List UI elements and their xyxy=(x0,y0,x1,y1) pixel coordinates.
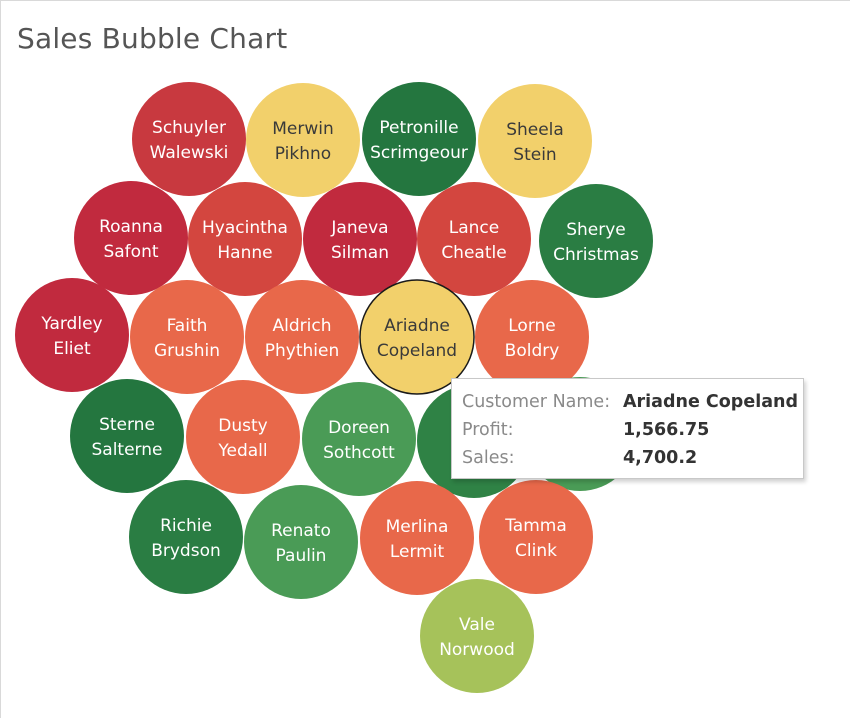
bubble-label-first: Vale xyxy=(459,615,495,635)
bubble-circle[interactable] xyxy=(129,480,243,594)
bubble-tamma-clink[interactable]: Tamma Clink xyxy=(479,480,593,594)
bubble-circle[interactable] xyxy=(478,84,592,198)
bubble-petronille-scrimgeour[interactable]: Petronille Scrimgeour xyxy=(362,82,476,196)
bubble-label-first: Yardley xyxy=(40,314,102,334)
bubble-label-first: Renato xyxy=(271,521,331,541)
bubble-label-first: Richie xyxy=(160,516,212,536)
bubble-ariadne-copeland[interactable]: Ariadne Copeland xyxy=(359,279,475,395)
bubble-circle[interactable] xyxy=(303,182,417,296)
bubble-label-last: Safont xyxy=(103,242,158,262)
bubble-label-last: Eliet xyxy=(53,339,91,359)
bubble-label-last: Yedall xyxy=(217,441,267,461)
bubble-label-first: Petronille xyxy=(379,118,458,138)
bubble-merlina-lermit[interactable]: Merlina Lermit xyxy=(360,481,474,595)
tooltip-label-profit: Profit: xyxy=(462,420,514,440)
bubble-label-last: Sothcott xyxy=(323,443,395,463)
tooltip-label-sales: Sales: xyxy=(462,448,515,468)
bubble-vale-norwood[interactable]: Vale Norwood xyxy=(420,579,534,693)
bubble-label-first: Lance xyxy=(449,218,499,238)
bubble-aldrich-phythien[interactable]: Aldrich Phythien xyxy=(245,280,359,394)
bubble-lorne-boldry[interactable]: Lorne Boldry xyxy=(475,280,589,394)
bubble-label-first: Doreen xyxy=(328,418,390,438)
bubble-label-last: Salterne xyxy=(92,440,163,460)
bubble-label-first: Dusty xyxy=(218,416,267,436)
tooltip-value-name: Ariadne Copeland xyxy=(623,392,798,412)
bubble-circle[interactable] xyxy=(360,481,474,595)
bubble-label-last: Brydson xyxy=(151,541,221,561)
bubble-label-first: Roanna xyxy=(99,217,163,237)
bubble-circle[interactable] xyxy=(70,379,184,493)
bubble-label-first: Aldrich xyxy=(273,316,332,336)
bubble-chart: Schuyler Walewski Merwin Pikhno Petronille Sc… xyxy=(15,82,653,693)
bubble-circle[interactable] xyxy=(539,184,653,298)
tooltip: Customer Name: Ariadne Copeland Profit: … xyxy=(451,378,804,479)
bubble-circle[interactable] xyxy=(15,278,129,392)
bubble-label-last: Christmas xyxy=(553,245,639,265)
bubble-yardley-eliet[interactable]: Yardley Eliet xyxy=(15,278,129,392)
bubble-renato-paulin[interactable]: Renato Paulin xyxy=(244,485,358,599)
bubble-circle[interactable] xyxy=(245,280,359,394)
bubble-circle[interactable] xyxy=(188,182,302,296)
bubble-label-first: Merlina xyxy=(386,517,449,537)
bubble-janeva-silman[interactable]: Janeva Silman xyxy=(303,182,417,296)
bubble-circle[interactable] xyxy=(417,182,531,296)
bubble-hyacintha-hanne[interactable]: Hyacintha Hanne xyxy=(188,182,302,296)
bubble-richie-brydson[interactable]: Richie Brydson xyxy=(129,480,243,594)
bubble-circle[interactable] xyxy=(359,279,475,395)
bubble-circle[interactable] xyxy=(244,485,358,599)
bubble-circle[interactable] xyxy=(130,280,244,394)
bubble-label-first: Schuyler xyxy=(152,118,226,138)
bubble-label-first: Hyacintha xyxy=(202,218,288,238)
bubble-sheela-stein[interactable]: Sheela Stein xyxy=(478,84,592,198)
tooltip-label-name: Customer Name: xyxy=(462,392,611,412)
bubble-label-last: Grushin xyxy=(154,341,220,361)
bubble-circle[interactable] xyxy=(246,83,360,197)
bubble-label-last: Copeland xyxy=(377,341,457,361)
bubble-label-first: Sherye xyxy=(566,220,626,240)
bubble-circle[interactable] xyxy=(420,579,534,693)
bubble-label-last: Lermit xyxy=(390,542,445,562)
bubble-label-last: Boldry xyxy=(505,341,560,361)
bubble-schuyler-walewski[interactable]: Schuyler Walewski xyxy=(132,82,246,196)
bubble-circle[interactable] xyxy=(475,280,589,394)
bubble-label-last: Pikhno xyxy=(275,144,331,164)
bubble-dusty-yedall[interactable]: Dusty Yedall xyxy=(186,380,300,494)
bubble-label-last: Clink xyxy=(515,541,557,561)
bubble-label-last: Cheatle xyxy=(441,243,506,263)
bubble-merwin-pikhno[interactable]: Merwin Pikhno xyxy=(246,83,360,197)
bubble-label-last: Norwood xyxy=(439,640,515,660)
bubble-label-last: Scrimgeour xyxy=(370,143,468,163)
bubble-faith-grushin[interactable]: Faith Grushin xyxy=(130,280,244,394)
bubble-label-last: Phythien xyxy=(265,341,339,361)
tooltip-value-sales: 4,700.2 xyxy=(623,448,698,468)
bubble-circle[interactable] xyxy=(186,380,300,494)
bubble-label-last: Stein xyxy=(513,145,556,165)
bubble-circle[interactable] xyxy=(302,382,416,496)
bubble-circle[interactable] xyxy=(362,82,476,196)
bubble-doreen-sothcott[interactable]: Doreen Sothcott xyxy=(302,382,416,496)
bubble-label-first: Tamma xyxy=(504,516,567,536)
bubble-label-first: Janeva xyxy=(330,218,388,238)
bubble-label-last: Hanne xyxy=(217,243,272,263)
bubble-label-first: Lorne xyxy=(508,316,556,336)
bubble-label-first: Faith xyxy=(167,316,208,336)
bubble-circle[interactable] xyxy=(132,82,246,196)
bubble-lance-cheatle[interactable]: Lance Cheatle xyxy=(417,182,531,296)
bubble-label-first: Sterne xyxy=(99,415,155,435)
bubble-label-last: Walewski xyxy=(150,143,229,163)
bubble-sterne-salterne[interactable]: Sterne Salterne xyxy=(70,379,184,493)
bubble-sherye-christmas[interactable]: Sherye Christmas xyxy=(539,184,653,298)
bubble-label-first: Ariadne xyxy=(384,316,450,336)
bubble-circle[interactable] xyxy=(479,480,593,594)
tooltip-value-profit: 1,566.75 xyxy=(623,420,710,440)
bubble-roanna-safont[interactable]: Roanna Safont xyxy=(74,181,188,295)
bubble-label-last: Silman xyxy=(331,243,389,263)
bubble-label-last: Paulin xyxy=(276,546,327,566)
bubble-label-first: Merwin xyxy=(272,119,334,139)
bubble-circle[interactable] xyxy=(74,181,188,295)
bubble-label-first: Sheela xyxy=(506,120,564,140)
